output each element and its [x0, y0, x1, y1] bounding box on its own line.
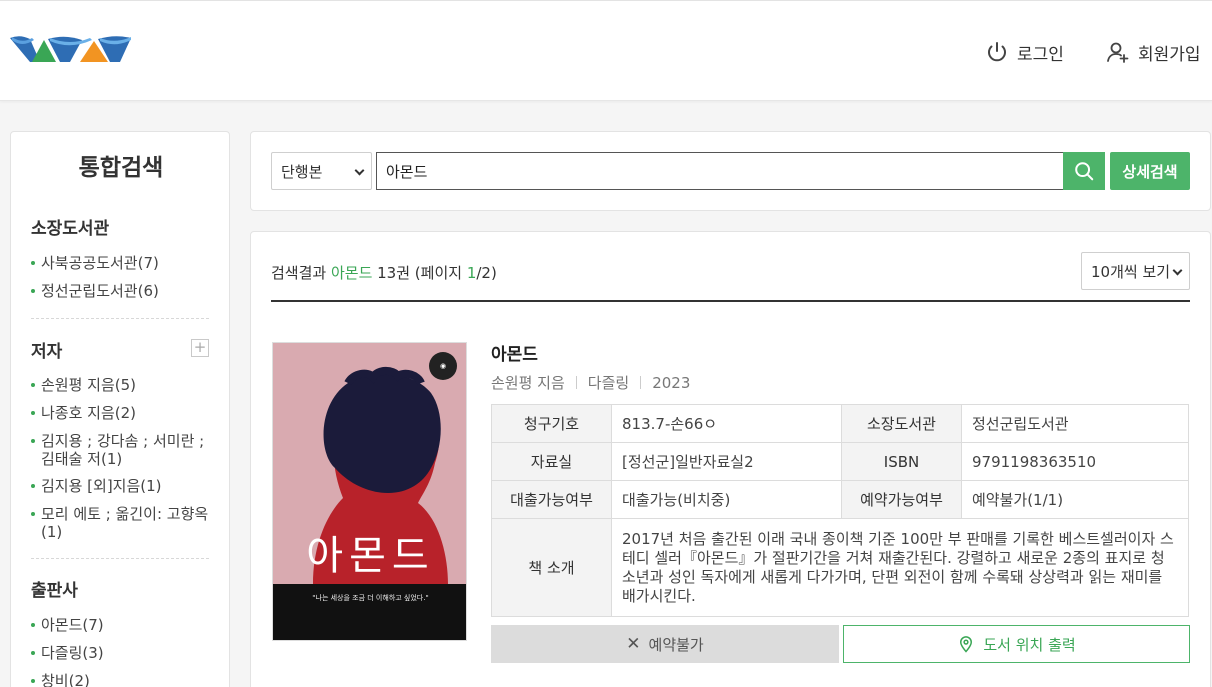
book-author: 손원평 지음	[491, 374, 565, 392]
book-publisher: 다즐링	[587, 374, 630, 392]
results-panel: 검색결과 아몬드 13권 (페이지 1/2) 10개씩 보기 ◉ 아몬드 "나는…	[250, 231, 1211, 687]
plus-icon: +	[193, 338, 207, 356]
book-meta: 손원평 지음 다즐링 2023	[491, 372, 690, 393]
location-button-label: 도서 위치 출력	[983, 635, 1076, 654]
per-page-select[interactable]: 10개씩 보기	[1081, 252, 1190, 290]
table-row: 책 소개 2017년 처음 출간된 이래 국내 종이책 기준 100만 부 판매…	[491, 518, 1189, 617]
meta-separator	[640, 376, 642, 389]
facet-sidebar: 통합검색 소장도서관 사북공공도서관(7) 정선군립도서관(6) 저자 + 손원…	[10, 131, 230, 687]
loan-label: 대출가능여부	[491, 480, 612, 519]
signup-label: 회원가입	[1138, 44, 1201, 65]
facet-title-author: 저자	[31, 342, 63, 362]
publisher-badge-icon: ◉	[429, 352, 457, 380]
reserve-button-label: 예약불가	[648, 635, 704, 654]
room-value: [정선군]일반자료실2	[611, 442, 842, 481]
table-row: 자료실 [정선군]일반자료실2 ISBN 9791198363510	[491, 442, 1189, 481]
cover-quote: "나는 세상을 조금 더 이해하고 싶었다."	[312, 594, 429, 602]
call-no-value: 813.7-손66ㅇ	[611, 404, 842, 443]
isbn-label: ISBN	[841, 442, 962, 481]
summary-page-total: /2)	[476, 264, 497, 282]
signup-link[interactable]: 회원가입	[1106, 39, 1201, 65]
print-location-button[interactable]: 도서 위치 출력	[843, 625, 1190, 663]
facet-item[interactable]: 김지용 ; 강다솜 ; 서미란 ; 김태술 저(1)	[31, 432, 216, 468]
expand-author-button[interactable]: +	[191, 339, 209, 357]
book-info-table: 청구기호 813.7-손66ㅇ 소장도서관 정선군립도서관 자료실 [정선군]일…	[491, 404, 1189, 617]
facet-item[interactable]: 김지용 [외]지음(1)	[31, 477, 216, 495]
intro-text: 2017년 처음 출간된 이래 국내 종이책 기준 100만 부 판매를 기록한…	[611, 518, 1189, 617]
site-logo[interactable]	[10, 34, 132, 66]
book-cover[interactable]: ◉ 아몬드 "나는 세상을 조금 더 이해하고 싶었다."	[272, 342, 467, 641]
cover-title: 아몬드	[306, 533, 435, 579]
book-year: 2023	[652, 373, 691, 392]
site-header: 로그인 회원가입	[0, 0, 1212, 101]
login-link[interactable]: 로그인	[985, 39, 1064, 65]
material-type-value: 단행본	[281, 162, 323, 181]
facet-item[interactable]: 다즐링(3)	[31, 644, 216, 662]
login-label: 로그인	[1017, 44, 1064, 65]
intro-label: 책 소개	[491, 518, 612, 617]
chevron-down-icon	[354, 165, 365, 176]
table-row: 대출가능여부 대출가능(비치중) 예약가능여부 예약불가(1/1)	[491, 480, 1189, 519]
facet-item[interactable]: 창비(2)	[31, 672, 216, 687]
facet-item[interactable]: 손원평 지음(5)	[31, 376, 216, 394]
call-no-label: 청구기호	[491, 404, 612, 443]
facet-title-library: 소장도서관	[31, 219, 110, 239]
search-button[interactable]	[1063, 152, 1105, 190]
loan-status: 대출가능(비치중)	[611, 480, 842, 519]
summary-page-current: 1	[466, 264, 477, 282]
library-value: 정선군립도서관	[961, 404, 1189, 443]
meta-separator	[575, 376, 577, 389]
facet-item[interactable]: 아몬드(7)	[31, 616, 216, 634]
map-pin-icon	[960, 636, 973, 653]
material-type-select[interactable]: 단행본	[271, 152, 372, 190]
sidebar-title: 통합검색	[78, 155, 164, 181]
search-input[interactable]: 아몬드	[376, 152, 1064, 190]
reserve-label: 예약가능여부	[841, 480, 962, 519]
advanced-search-button[interactable]: 상세검색	[1110, 152, 1190, 190]
results-divider	[271, 300, 1190, 302]
facet-item[interactable]: 정선군립도서관(6)	[31, 282, 216, 300]
chevron-down-icon	[1172, 265, 1183, 276]
search-panel: 단행본 아몬드 상세검색	[250, 131, 1211, 211]
summary-count: 13권 (페이지	[372, 264, 467, 282]
divider	[31, 318, 209, 319]
summary-keyword: 아몬드	[330, 264, 373, 282]
isbn-value: 9791198363510	[961, 442, 1189, 481]
add-user-icon	[1107, 42, 1129, 63]
reserve-disabled-button[interactable]: ✕ 예약불가	[491, 625, 839, 663]
summary-prefix: 검색결과	[271, 264, 331, 282]
library-label: 소장도서관	[841, 404, 962, 443]
search-query-text: 아몬드	[386, 162, 428, 181]
facet-item[interactable]: 모리 에토 ; 옮긴이: 고향옥(1)	[31, 505, 216, 541]
power-icon	[988, 42, 1006, 62]
facet-item[interactable]: 나종호 지음(2)	[31, 404, 216, 422]
reserve-status: 예약불가(1/1)	[961, 480, 1189, 519]
table-row: 청구기호 813.7-손66ㅇ 소장도서관 정선군립도서관	[491, 404, 1189, 443]
room-label: 자료실	[491, 442, 612, 481]
facet-title-publisher: 출판사	[31, 581, 78, 601]
book-title[interactable]: 아몬드	[491, 340, 538, 365]
facet-item[interactable]: 사북공공도서관(7)	[31, 254, 216, 272]
divider	[31, 558, 209, 559]
close-icon: ✕	[626, 634, 641, 654]
results-summary: 검색결과 아몬드 13권 (페이지 1/2)	[271, 262, 497, 283]
per-page-value: 10개씩 보기	[1091, 262, 1171, 281]
search-icon	[1075, 162, 1094, 181]
